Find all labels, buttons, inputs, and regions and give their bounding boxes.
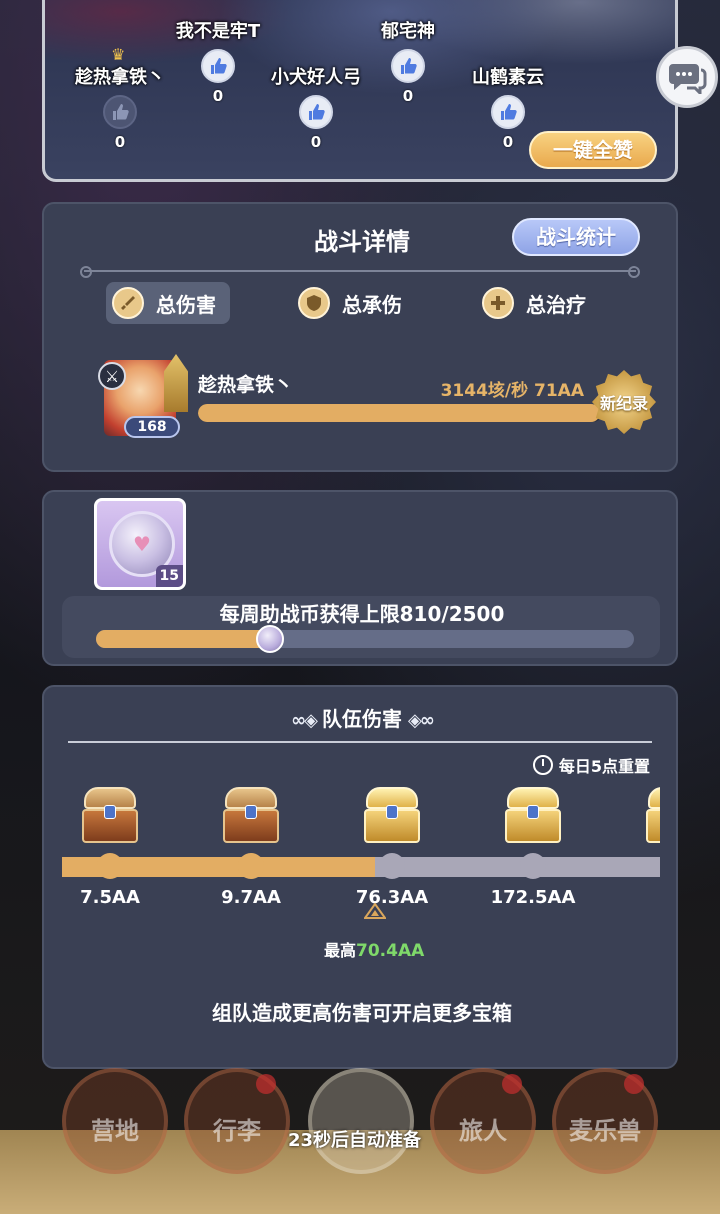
team-damage-track	[62, 857, 660, 877]
nav-label: 麦乐兽	[569, 1117, 641, 1145]
player-avatar[interactable]: ⚔ 168	[94, 354, 188, 442]
tab-label: 总伤害	[156, 292, 216, 317]
coin-progress-fill	[96, 630, 271, 648]
best-damage-marker-icon	[364, 903, 386, 919]
shield-icon	[298, 287, 330, 319]
chest-lock-icon	[245, 805, 257, 819]
battle-stats-button[interactable]: 战斗统计	[512, 218, 640, 256]
best-damage-label: 最高70.4AA	[324, 937, 424, 961]
best-prefix: 最高	[324, 941, 357, 960]
dps-value: 3144垓/秒 71AA	[440, 381, 584, 401]
like-button[interactable]	[103, 95, 137, 129]
like-button[interactable]	[201, 49, 235, 83]
chest-threshold: 172.5AA	[490, 887, 576, 908]
track-node	[238, 853, 264, 879]
level-badge: 168	[124, 416, 180, 438]
assist-coin-card: ♥ 15 每周助战币获得上限810/2500	[42, 490, 678, 666]
tab-total-damage[interactable]: 总伤害	[106, 282, 230, 324]
nav-item-4[interactable]: 旅人	[430, 1068, 536, 1174]
player-name: 我不是牢T	[175, 21, 261, 42]
notification-dot	[256, 1074, 276, 1094]
chest-threshold: 76.3AA	[355, 887, 429, 908]
assist-coin-item[interactable]: ♥ 15	[94, 498, 186, 590]
thumbs-up-icon	[211, 58, 227, 74]
chat-bubble-icon	[669, 64, 707, 94]
like-count: 0	[310, 133, 322, 151]
thumbs-up-icon	[501, 104, 517, 120]
damage-bar	[198, 404, 602, 422]
tab-label: 总治疗	[526, 292, 586, 317]
divider	[68, 741, 652, 743]
chest-threshold: 30	[619, 887, 660, 908]
treasure-chest-icon[interactable]	[503, 783, 563, 847]
thumbs-up-icon	[113, 104, 129, 120]
crown-icon: ♛	[111, 45, 126, 64]
chest-body	[646, 809, 660, 843]
tab-total-healing[interactable]: 总治疗	[476, 282, 600, 324]
new-record-badge: 新纪录	[592, 370, 656, 434]
player-name: 郁宅神	[381, 21, 435, 42]
sword-icon	[112, 287, 144, 319]
thumbs-up-icon	[309, 104, 325, 120]
chest-lid	[648, 787, 660, 809]
like-button[interactable]	[299, 95, 333, 129]
weekly-coin-limit: 每周助战币获得上限810/2500	[219, 602, 505, 626]
chat-button[interactable]	[656, 46, 718, 108]
notification-dot	[624, 1074, 644, 1094]
like-button[interactable]	[491, 95, 525, 129]
tab-label: 总承伤	[342, 292, 402, 317]
chest-threshold: 9.7AA	[221, 887, 281, 908]
thumbs-up-icon	[401, 58, 417, 74]
team-title-text: 队伍伤害	[322, 707, 402, 731]
ornament-left-icon: ∞◈	[291, 710, 318, 731]
heal-cross-icon	[482, 287, 514, 319]
chest-lock-icon	[386, 805, 398, 819]
track-node	[97, 853, 123, 879]
chest-progress-track[interactable]: 7.5AA 9.7AA 76.3AA 172.5AA 30	[62, 783, 660, 933]
chest-lock-icon	[104, 805, 116, 819]
track-node	[379, 853, 405, 879]
auto-ready-countdown: 23秒后自动准备	[288, 1130, 422, 1151]
nav-label: 营地	[91, 1117, 139, 1145]
likes-panel: ♛ 趁热拿铁丶 0 我不是牢T 0 小犬好人弓 0 郁宅神 0 山鹤素云 0 一…	[42, 0, 678, 182]
like-button[interactable]	[391, 49, 425, 83]
like-count: 0	[114, 133, 126, 151]
reset-text: 每日5点重置	[558, 757, 650, 776]
treasure-chest-icon[interactable]	[221, 783, 281, 847]
nav-item-3[interactable]	[308, 1068, 414, 1174]
divider	[80, 266, 640, 278]
nav-item-1[interactable]: 营地	[62, 1068, 168, 1174]
chest-threshold: 7.5AA	[80, 887, 140, 908]
best-value: 70.4AA	[356, 941, 425, 961]
team-damage-card: ∞◈队伍伤害 ◈∞ 每日5点重置 7.5AA 9.7AA 76.3AA 172.5AA 3…	[42, 685, 678, 1069]
crossed-swords-icon: ⚔	[98, 362, 126, 390]
treasure-chest-icon[interactable]	[362, 783, 422, 847]
tab-total-taken[interactable]: 总承伤	[292, 282, 416, 324]
team-damage-title: ∞◈ 队伍伤害 ◈∞	[44, 703, 680, 732]
treasure-chest-icon[interactable]	[80, 783, 140, 847]
damage-player-name: 趁热拿铁丶	[198, 374, 294, 396]
nav-item-5[interactable]: 麦乐兽	[552, 1068, 658, 1174]
damage-bar-fill	[198, 404, 600, 422]
player-name: 山鹤素云	[472, 67, 544, 88]
coin-progress-bar	[96, 625, 634, 653]
battle-details-card: 战斗详情 战斗统计 总伤害 总承伤 总治疗 ⚔ 168 趁热拿铁丶 3144垓/…	[42, 202, 678, 472]
nav-item-2[interactable]: 行李	[184, 1068, 290, 1174]
chest-lock-icon	[527, 805, 539, 819]
like-all-button[interactable]: 一键全赞	[529, 131, 657, 169]
ornament-right-icon: ◈∞	[408, 710, 435, 731]
notification-dot	[502, 1074, 522, 1094]
nav-label: 行李	[213, 1117, 261, 1145]
team-hint: 组队造成更高伤害可开启更多宝箱	[212, 1001, 512, 1025]
treasure-chest-icon[interactable]	[644, 783, 660, 847]
item-quantity: 15	[155, 565, 183, 587]
clock-icon	[532, 755, 553, 775]
nav-label: 旅人	[459, 1117, 507, 1145]
track-node	[520, 853, 546, 879]
daily-reset-note: 每日5点重置	[532, 753, 650, 777]
